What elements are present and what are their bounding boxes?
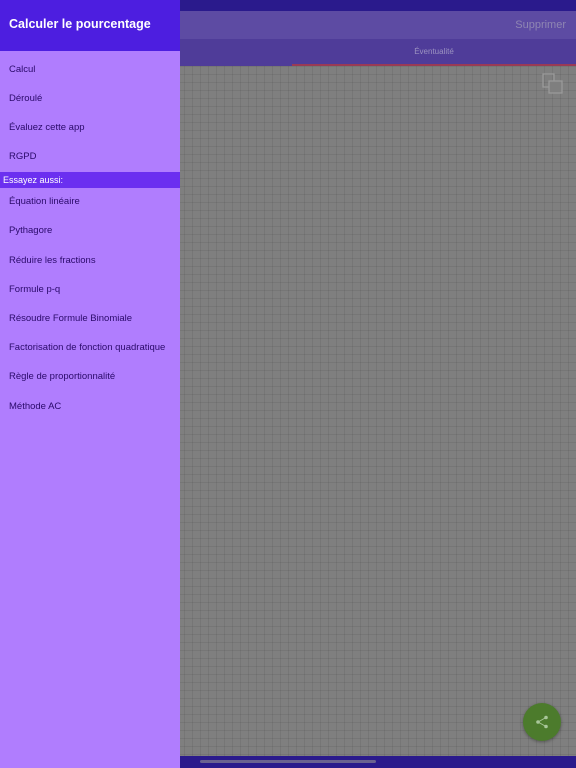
menu-item-ac-method[interactable]: Méthode AC [0,392,180,421]
drawer-title: Calculer le pourcentage [9,17,151,31]
menu-item-rate-app[interactable]: Évaluez cette app [0,113,180,142]
share-icon [536,715,548,729]
menu-item-reduce-fractions[interactable]: Réduire les fractions [0,246,180,275]
copy-icon[interactable] [541,72,565,96]
home-indicator[interactable] [200,760,376,763]
menu-item-binomial-formula[interactable]: Résoudre Formule Binomiale [0,304,180,333]
menu-item-calcul[interactable]: Calcul [0,55,180,84]
menu-item-linear-equation[interactable]: Équation linéaire [0,187,180,216]
tab-probability[interactable]: Éventualité [292,39,576,66]
menu-item-pythagore[interactable]: Pythagore [0,216,180,245]
navigation-drawer: Calculer le pourcentage Calcul Déroulé É… [0,0,180,768]
menu-item-proportionality-rule[interactable]: Règle de proportionnalité [0,362,180,391]
menu-item-rgpd[interactable]: RGPD [0,142,180,171]
share-button[interactable] [523,703,561,741]
menu-item-pq-formula[interactable]: Formule p-q [0,275,180,304]
menu-item-quadratic-factorization[interactable]: Factorisation de fonction quadratique [0,333,180,362]
section-header-try-also: Essayez aussi: [0,172,180,188]
app-screen: Supprimer Éventualité Calculer le pource… [0,0,576,768]
drawer-header: Calculer le pourcentage [0,0,180,51]
delete-button[interactable]: Supprimer [515,11,566,39]
menu-item-deroule[interactable]: Déroulé [0,84,180,113]
